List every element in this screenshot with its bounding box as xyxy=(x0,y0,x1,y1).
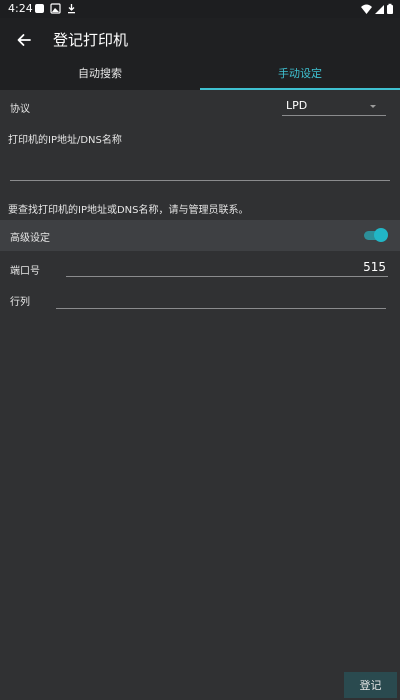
tab-indicator xyxy=(200,88,400,90)
notification-square-icon xyxy=(35,4,44,13)
advanced-settings-label: 高级设定 xyxy=(10,233,50,244)
register-button[interactable]: 登记 xyxy=(344,672,397,698)
queue-input[interactable] xyxy=(56,290,386,308)
toggle-thumb xyxy=(374,228,388,242)
port-input[interactable]: 515 xyxy=(66,258,388,276)
signal-icon xyxy=(375,5,384,14)
back-arrow-icon xyxy=(17,34,31,46)
tab-manual-settings[interactable]: 手动设定 xyxy=(200,62,400,90)
notification-image-icon xyxy=(50,3,61,14)
tab-auto-search[interactable]: 自动搜索 xyxy=(0,62,200,90)
ip-address-underline xyxy=(10,180,390,181)
back-button[interactable] xyxy=(10,26,38,54)
protocol-label: 协议 xyxy=(10,104,30,115)
page-title: 登记打印机 xyxy=(53,31,129,49)
ip-address-input[interactable] xyxy=(10,150,390,180)
tab-bar: 自动搜索 手动设定 xyxy=(0,62,400,90)
advanced-settings-toggle[interactable] xyxy=(364,227,388,243)
battery-icon xyxy=(387,3,393,14)
dropdown-arrow-icon xyxy=(370,105,376,108)
port-underline xyxy=(66,276,388,277)
help-text: 要查找打印机的IP地址或DNS名称，请与管理员联系。 xyxy=(8,205,249,216)
ip-address-label: 打印机的IP地址/DNS名称 xyxy=(8,135,122,146)
queue-underline xyxy=(56,308,386,309)
download-icon xyxy=(68,4,75,14)
protocol-value: LPD xyxy=(286,99,308,112)
app-bar: 登记打印机 xyxy=(0,18,400,62)
status-bar: 4:24 xyxy=(0,0,400,18)
advanced-settings-row[interactable]: 高级设定 xyxy=(0,220,400,251)
screen: 4:24 登记打印机 自动搜索 手动设定 协议 LPD 打印机的IP地址/DNS… xyxy=(0,0,400,700)
port-value: 515 xyxy=(363,260,386,274)
port-label: 端口号 xyxy=(10,266,40,277)
status-indicators xyxy=(361,3,393,14)
protocol-select[interactable]: LPD xyxy=(282,96,386,116)
queue-label: 行列 xyxy=(10,297,30,308)
status-time: 4:24 xyxy=(8,2,33,15)
protocol-underline xyxy=(282,115,386,116)
wifi-icon xyxy=(361,4,372,14)
